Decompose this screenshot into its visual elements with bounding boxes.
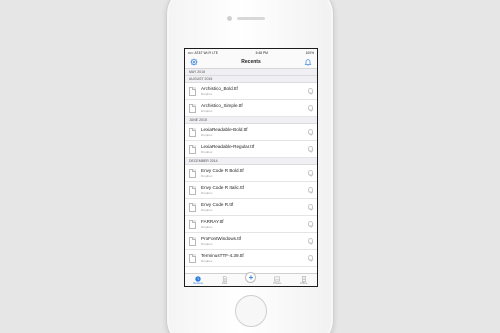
- plus-icon[interactable]: +: [245, 272, 257, 283]
- file-icon: [189, 236, 196, 246]
- file-name: Archistico_Bold.ttf: [201, 86, 238, 92]
- status-bar: ••••◦ AT&T Wi-Fi LTE 5:48 PM 100%: [185, 49, 317, 56]
- file-name: FARRAY.ttf: [201, 219, 224, 225]
- app-screen: ••••◦ AT&T Wi-Fi LTE 5:48 PM 100% Recent…: [184, 48, 318, 287]
- clock-icon: [195, 275, 201, 282]
- file-name: LexiaReadable-Bold.ttf: [201, 127, 248, 133]
- offline-icon: [301, 275, 306, 282]
- file-row[interactable]: FARRAY.ttf Dropbox: [185, 216, 317, 233]
- more-options-icon[interactable]: [307, 221, 313, 227]
- file-source: Dropbox: [201, 91, 213, 96]
- file-icon: [189, 202, 196, 212]
- file-icon: [189, 103, 196, 113]
- tab-add[interactable]: +: [239, 272, 263, 285]
- file-name: TerminusTTF-4.39.ttf: [201, 253, 244, 259]
- file-name: Envy Code R.ttf: [201, 202, 234, 208]
- tab-bar: Recents Files + Photos Offline: [185, 272, 317, 286]
- file-row[interactable]: Archistico_Simple.ttf Dropbox: [185, 100, 317, 117]
- file-source: Dropbox: [201, 108, 213, 113]
- file-icon: [189, 168, 196, 178]
- iphone-device: ••••◦ AT&T Wi-Fi LTE 5:48 PM 100% Recent…: [166, 0, 334, 333]
- recents-list[interactable]: MAY 2016 AUGUST 2015 Archistico_Bold.ttf…: [185, 69, 317, 275]
- file-name: Archistico_Simple.ttf: [201, 103, 243, 109]
- battery-text: 100%: [305, 50, 314, 55]
- gear-icon[interactable]: [190, 58, 198, 66]
- file-icon: [189, 127, 196, 137]
- tab-label: Offline: [300, 282, 308, 285]
- section-header: AUGUST 2015: [185, 76, 317, 83]
- more-options-icon[interactable]: [307, 170, 313, 176]
- file-name: LexiaReadable-Regular.ttf: [201, 144, 255, 150]
- file-icon: [189, 185, 196, 195]
- tab-label: Files: [221, 282, 228, 285]
- more-options-icon[interactable]: [307, 105, 313, 111]
- file-icon: [189, 219, 196, 229]
- file-name: Envy Code R Bold.ttf: [201, 168, 244, 174]
- file-icon: [189, 86, 196, 96]
- nav-bar: Recents: [185, 56, 317, 69]
- file-icon: [189, 253, 196, 263]
- file-row[interactable]: LexiaReadable-Regular.ttf Dropbox: [185, 141, 317, 158]
- file-name: Envy Code R Italic.ttf: [201, 185, 244, 191]
- file-source: Dropbox: [201, 132, 213, 137]
- tab-label: Recents: [193, 282, 203, 285]
- file-source: Dropbox: [201, 190, 213, 195]
- file-row[interactable]: Archistico_Bold.ttf Dropbox: [185, 83, 317, 100]
- photo-icon: [274, 276, 280, 281]
- file-name: ProFontWindows.ttf: [201, 236, 242, 242]
- more-options-icon[interactable]: [307, 255, 313, 261]
- carrier-text: ••••◦ AT&T Wi-Fi LTE: [188, 50, 218, 55]
- file-row[interactable]: ProFontWindows.ttf Dropbox: [185, 233, 317, 250]
- file-source: Dropbox: [201, 173, 213, 178]
- file-source: Dropbox: [201, 207, 213, 212]
- more-options-icon[interactable]: [307, 146, 313, 152]
- more-options-icon[interactable]: [307, 238, 313, 244]
- file-row[interactable]: LexiaReadable-Bold.ttf Dropbox: [185, 124, 317, 141]
- more-options-icon[interactable]: [307, 204, 313, 210]
- tab-label: Photos: [273, 282, 282, 285]
- section-header: MAY 2016: [185, 69, 317, 76]
- file-icon: [189, 144, 196, 154]
- file-icon: [222, 275, 227, 282]
- tab-files[interactable]: Files: [213, 275, 237, 285]
- file-row[interactable]: Envy Code R.ttf Dropbox: [185, 199, 317, 216]
- page-title: Recents: [241, 59, 261, 65]
- section-header: DECEMBER 2014: [185, 158, 317, 165]
- bell-icon[interactable]: [304, 58, 312, 66]
- section-header: JUNE 2015: [185, 117, 317, 124]
- file-row[interactable]: Envy Code R Bold.ttf Dropbox: [185, 165, 317, 182]
- file-source: Dropbox: [201, 224, 213, 229]
- tab-offline[interactable]: Offline: [292, 275, 316, 285]
- file-source: Dropbox: [201, 258, 213, 263]
- front-camera: [227, 16, 232, 21]
- file-row[interactable]: TerminusTTF-4.39.ttf Dropbox: [185, 250, 317, 267]
- home-button[interactable]: [235, 295, 267, 327]
- more-options-icon[interactable]: [307, 129, 313, 135]
- file-row[interactable]: Envy Code R Italic.ttf Dropbox: [185, 182, 317, 199]
- more-options-icon[interactable]: [307, 88, 313, 94]
- status-time: 5:48 PM: [255, 50, 268, 55]
- more-options-icon[interactable]: [307, 187, 313, 193]
- file-source: Dropbox: [201, 241, 213, 246]
- tab-recents[interactable]: Recents: [186, 275, 210, 285]
- tab-photos[interactable]: Photos: [265, 276, 289, 285]
- earpiece-speaker: [237, 17, 265, 20]
- file-source: Dropbox: [201, 149, 213, 154]
